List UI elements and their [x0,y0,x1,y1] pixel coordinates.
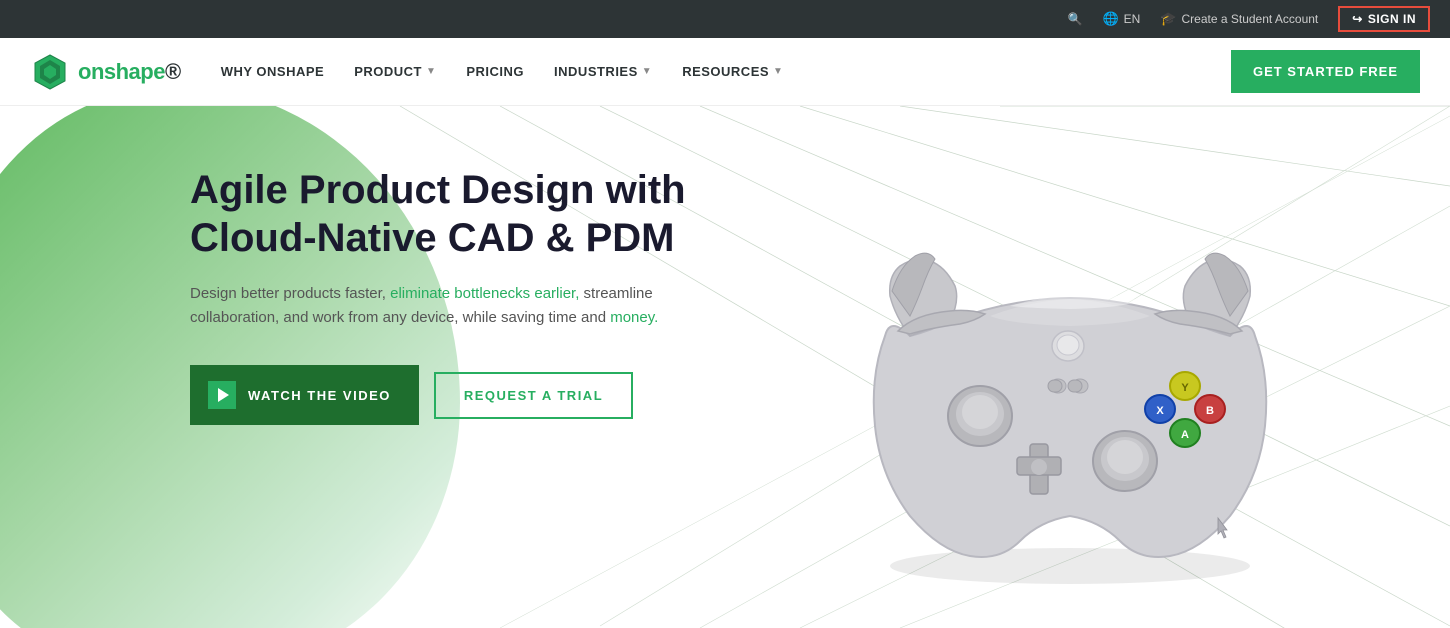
get-started-button[interactable]: GET STARTED FREE [1231,50,1420,93]
svg-text:B: B [1206,405,1214,417]
game-controller-svg: Y B X A [810,176,1330,596]
hero-buttons: WATCH THE VIDEO REQUEST A TRIAL [190,365,700,425]
highlight-text-1: eliminate bottlenecks earlier, [390,285,579,302]
nav-links: WHY ONSHAPE PRODUCT ▼ PRICING INDUSTRIES… [221,64,1231,79]
nav-product[interactable]: PRODUCT ▼ [354,64,436,79]
svg-text:Y: Y [1181,382,1189,394]
sign-in-button[interactable]: ↪ SIGN IN [1338,6,1430,32]
navigation-bar: onshape® WHY ONSHAPE PRODUCT ▼ PRICING I… [0,38,1450,106]
request-trial-button[interactable]: REQUEST A TRIAL [434,372,633,419]
logo-icon [30,52,70,92]
resources-chevron-icon: ▼ [773,66,783,77]
language-selector[interactable]: 🌐 EN [1102,11,1140,27]
controller-image: Y B X A [770,136,1370,628]
product-chevron-icon: ▼ [426,66,436,77]
hero-title: Agile Product Design with Cloud-Native C… [190,166,700,262]
logo[interactable]: onshape® [30,52,181,92]
watch-video-button[interactable]: WATCH THE VIDEO [190,365,419,425]
nav-why-onshape[interactable]: WHY ONSHAPE [221,64,325,79]
nav-resources[interactable]: RESOURCES ▼ [682,64,783,79]
sign-in-icon: ↪ [1352,12,1363,26]
svg-text:X: X [1156,405,1164,417]
hero-description: Design better products faster, eliminate… [190,282,680,330]
logo-text: onshape® [78,59,181,85]
search-icon[interactable]: 🔍 [1068,12,1083,26]
nav-industries[interactable]: INDUSTRIES ▼ [554,64,652,79]
industries-chevron-icon: ▼ [642,66,652,77]
highlight-text-2: money. [610,309,658,326]
student-icon: 🎓 [1160,11,1176,27]
student-account-link[interactable]: 🎓 Create a Student Account [1160,11,1318,27]
nav-pricing[interactable]: PRICING [466,64,524,79]
globe-icon: 🌐 [1102,11,1118,27]
play-icon [218,388,229,402]
hero-content: Agile Product Design with Cloud-Native C… [0,106,700,425]
play-icon-box [208,381,236,409]
hero-section: Agile Product Design with Cloud-Native C… [0,106,1450,628]
top-bar: 🔍 🌐 EN 🎓 Create a Student Account ↪ SIGN… [0,0,1450,38]
svg-text:A: A [1181,429,1189,441]
